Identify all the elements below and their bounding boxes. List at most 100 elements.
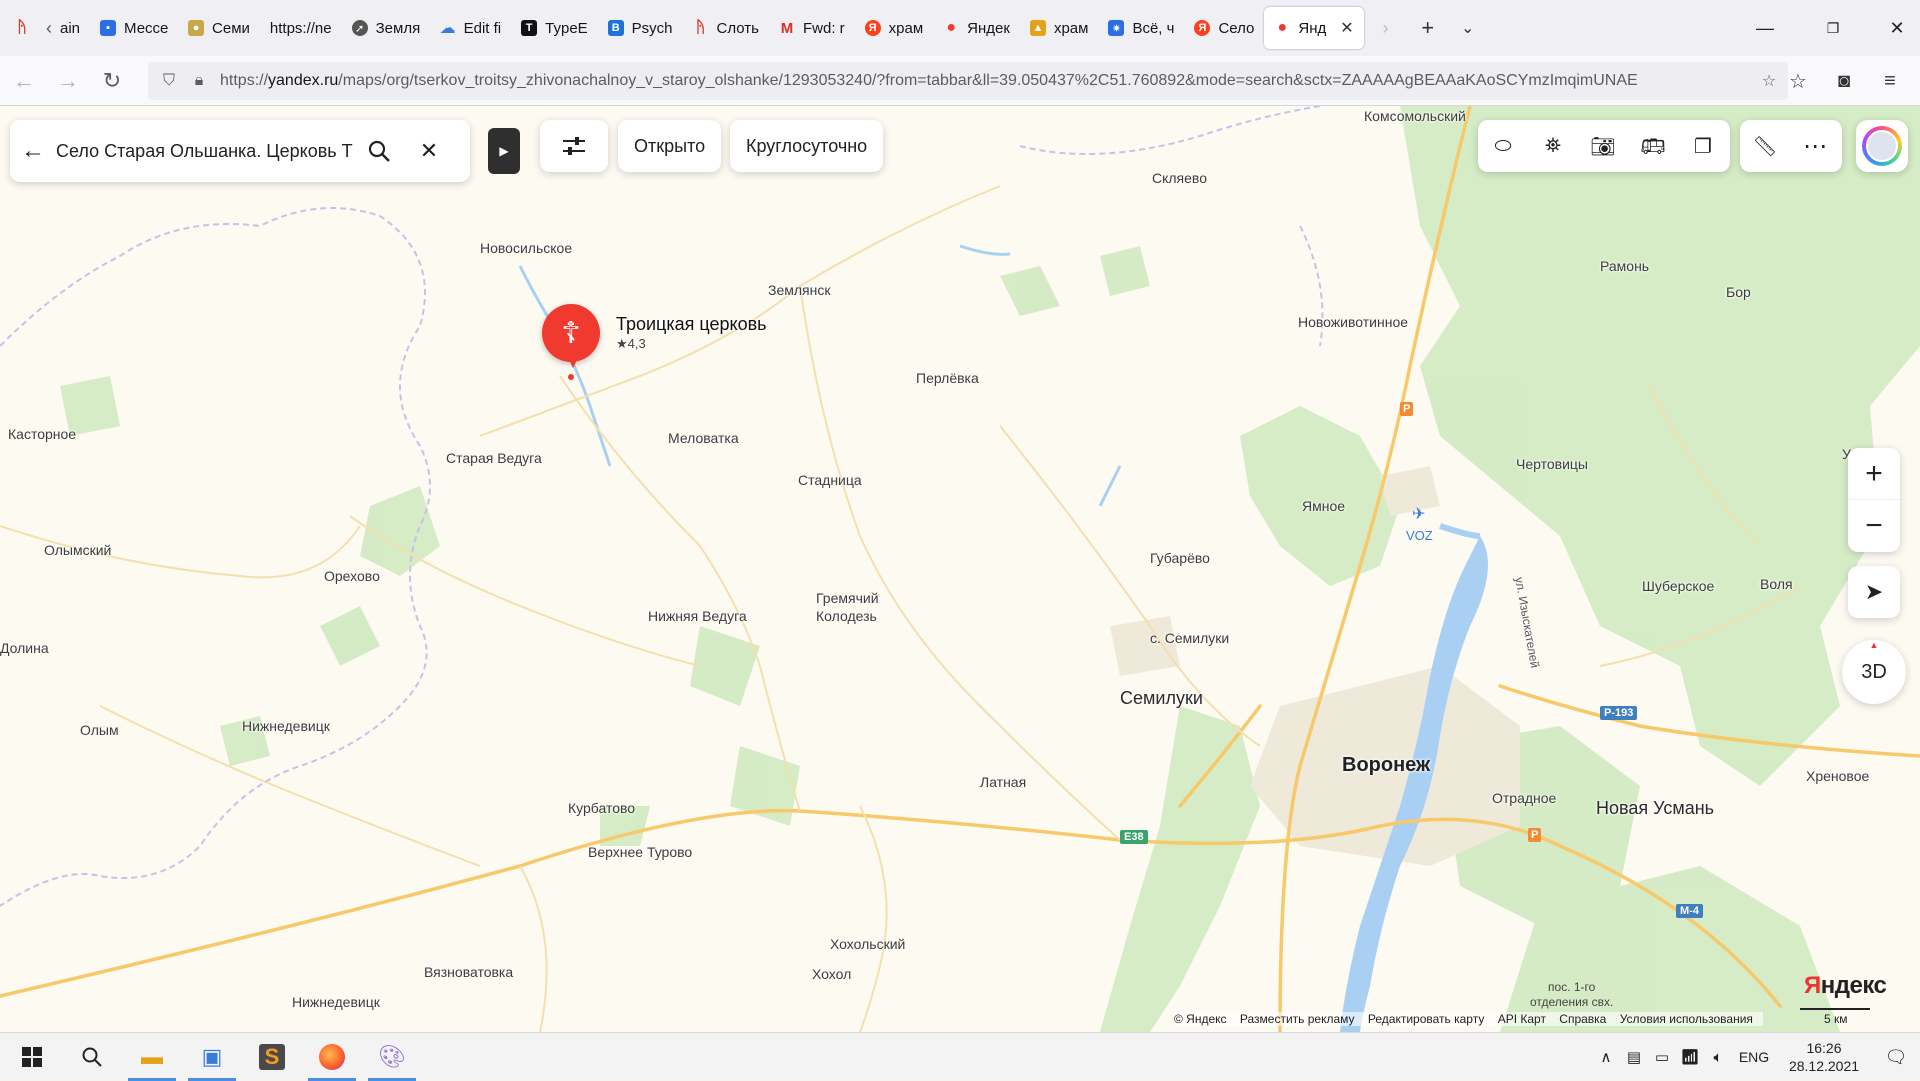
browser-tab-active[interactable]: ● Янд ✕ xyxy=(1264,7,1364,49)
advertise-link[interactable]: Разместить рекламу xyxy=(1240,1012,1355,1026)
network-status-icon[interactable]: ▤ xyxy=(1620,1048,1648,1066)
scale-line xyxy=(1800,1008,1870,1010)
restore-icon[interactable]: ❐ xyxy=(1810,0,1856,56)
place-label: Нижняя Ведуга xyxy=(648,608,747,624)
forward-icon[interactable]: → xyxy=(48,63,88,99)
browser-tab[interactable]: M Fwd: r xyxy=(769,7,855,49)
place-label: Землянск xyxy=(768,282,831,298)
minimize-icon[interactable]: — xyxy=(1742,0,1788,56)
place-label: Новоживотинное xyxy=(1298,314,1409,330)
browser-tab[interactable]: https://ne xyxy=(260,7,342,49)
browser-tab[interactable]: ᚤ Слоть xyxy=(683,7,769,49)
help-link[interactable]: Справка xyxy=(1559,1012,1606,1026)
transport-icon[interactable]: 🚌︎ xyxy=(1628,120,1678,172)
browser-tab[interactable]: ▪ Мессе xyxy=(90,7,178,49)
terms-link[interactable]: Условия использования xyxy=(1620,1012,1753,1026)
avatar[interactable] xyxy=(1856,120,1908,172)
place-label: Новосильское xyxy=(480,240,573,256)
browser-tab[interactable]: ● Семи xyxy=(178,7,260,49)
locate-me-icon[interactable]: ➤ xyxy=(1848,566,1900,618)
toggle-3d-button[interactable]: ▲ 3D xyxy=(1842,640,1906,704)
placemark-title[interactable]: Троицкая церковь xyxy=(616,314,767,335)
volume-icon[interactable]: 🔈︎ xyxy=(1704,1049,1732,1066)
fuel-station-icon[interactable]: P xyxy=(1400,402,1414,416)
browser-tab[interactable]: T TypeE xyxy=(511,7,598,49)
sublime-text-icon[interactable]: S xyxy=(242,1033,302,1081)
battery-icon[interactable]: ▭ xyxy=(1648,1048,1676,1066)
browser-tab[interactable]: ‹ ain xyxy=(36,7,90,49)
layers-icon[interactable]: ❐ xyxy=(1678,120,1728,172)
collapse-panel-button[interactable]: ▶ xyxy=(488,128,520,174)
browser-tab[interactable]: ✷ Всё, ч xyxy=(1098,7,1184,49)
api-link[interactable]: API Карт xyxy=(1498,1012,1546,1026)
navigation-bar: ← → ↻ ⛉ 🔒︎ https://yandex.ru/maps/org/ts… xyxy=(0,56,1920,106)
browser-tab[interactable]: ☁ Edit fi xyxy=(430,7,512,49)
place-label: Воля xyxy=(1760,576,1793,592)
lock-icon[interactable]: 🔒︎ xyxy=(184,66,214,96)
file-explorer-icon[interactable]: ▬ xyxy=(122,1033,182,1081)
control-panel-icon[interactable]: ▣ xyxy=(182,1033,242,1081)
map-layers-icon[interactable]: ⬭ xyxy=(1478,120,1528,172)
search-icon[interactable] xyxy=(354,126,404,176)
map-pin-icon: ● xyxy=(946,19,956,36)
place-label-bigcity: Воронеж xyxy=(1342,754,1431,776)
place-label: Курбатово xyxy=(568,800,636,816)
yandex-logo[interactable]: Яндекс xyxy=(1804,972,1887,1000)
menu-icon[interactable]: ≡ xyxy=(1872,63,1908,99)
tray-expand-icon[interactable]: ∧ xyxy=(1592,1048,1620,1066)
place-label: Орехово xyxy=(324,568,380,584)
back-icon[interactable]: ← xyxy=(4,63,44,99)
airport-icon: ✈ xyxy=(1412,506,1426,523)
browser-tab[interactable]: ▲ храм xyxy=(1020,7,1099,49)
clock-time: 16:26 xyxy=(1806,1040,1842,1056)
browser-tab[interactable]: ᚤ xyxy=(8,7,36,49)
close-window-icon[interactable]: ✕ xyxy=(1874,0,1920,56)
firefox-icon[interactable] xyxy=(302,1033,362,1081)
place-label: Отрадное xyxy=(1492,790,1557,806)
place-label-city: Семилуки xyxy=(1120,688,1203,708)
browser-tab[interactable]: Я Село xyxy=(1184,7,1264,49)
search-icon[interactable] xyxy=(62,1033,122,1081)
zoom-out-button[interactable]: − xyxy=(1848,500,1900,552)
panorama-icon[interactable]: ⛯ xyxy=(1528,120,1578,172)
wifi-icon[interactable]: 📶︎ xyxy=(1676,1048,1704,1066)
clock[interactable]: 16:26 28.12.2021 xyxy=(1776,1039,1872,1075)
tab-scroll-right-icon[interactable]: › xyxy=(1370,12,1402,44)
settlement-label: пос. 1-го отделения свх. xyxy=(1530,980,1613,1010)
yandex-icon: Я xyxy=(1194,20,1211,36)
browser-tab[interactable]: B Psych xyxy=(598,7,683,49)
container-icon[interactable]: ◙ xyxy=(1826,63,1862,99)
paint-icon[interactable]: 🎨︎ xyxy=(362,1033,422,1081)
clear-search-icon[interactable]: ✕ xyxy=(404,126,454,176)
map-tools-toolbar: 📏︎ ⋯ xyxy=(1740,120,1842,172)
back-arrow-icon[interactable]: ← xyxy=(10,137,56,165)
message-icon: ▪ xyxy=(100,20,117,36)
browser-tab[interactable]: Я храм xyxy=(855,7,934,49)
photo-icon[interactable]: 📷︎ xyxy=(1578,120,1628,172)
clock-date: 28.12.2021 xyxy=(1788,1058,1860,1074)
fuel-station-icon[interactable]: P xyxy=(1528,828,1542,842)
filter-chip-24h[interactable]: Круглосуточно xyxy=(730,120,884,172)
reload-icon[interactable]: ↻ xyxy=(92,63,132,99)
browser-tab[interactable]: ● Яндек xyxy=(933,7,1020,49)
map-canvas[interactable]: Комсомольский Скляево Новосильское Земля… xyxy=(0,106,1920,1032)
url-text[interactable]: https://yandex.ru/maps/org/tserkov_troit… xyxy=(220,72,1720,90)
list-tabs-icon[interactable]: ⌄ xyxy=(1452,12,1484,44)
saved-items-icon[interactable]: ☆ xyxy=(1780,63,1816,99)
church-placemark-icon[interactable]: ☦ xyxy=(542,304,600,362)
windows-start-icon[interactable] xyxy=(2,1033,62,1081)
filters-button[interactable] xyxy=(540,120,608,172)
address-bar[interactable]: ⛉ 🔒︎ https://yandex.ru/maps/org/tserkov_… xyxy=(148,62,1788,100)
close-tab-icon[interactable]: ✕ xyxy=(1340,18,1353,38)
zoom-in-button[interactable]: + xyxy=(1848,448,1900,500)
notifications-icon[interactable]: 🗨︎ xyxy=(1872,1047,1920,1068)
ruler-icon[interactable]: 📏︎ xyxy=(1740,120,1790,172)
edit-map-link[interactable]: Редактировать карту xyxy=(1368,1012,1484,1026)
browser-tab[interactable]: ➚ Земля xyxy=(342,7,430,49)
more-icon[interactable]: ⋯ xyxy=(1790,120,1840,172)
language-indicator[interactable]: ENG xyxy=(1732,1049,1776,1065)
search-input[interactable]: Село Старая Ольшанка. Церковь Т xyxy=(56,141,354,162)
filter-chip-open[interactable]: Открыто xyxy=(618,120,722,172)
shield-icon[interactable]: ⛉ xyxy=(154,66,184,96)
new-tab-icon[interactable]: + xyxy=(1412,12,1444,44)
